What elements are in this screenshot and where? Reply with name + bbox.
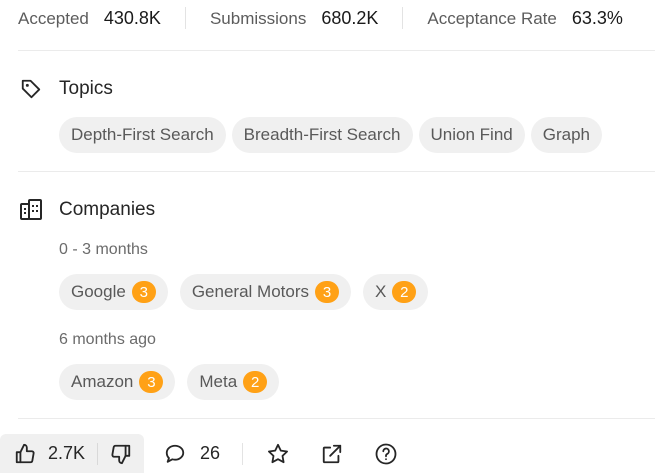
section-divider [18, 50, 655, 51]
company-count-badge: 3 [131, 281, 156, 303]
stat-label: Acceptance Rate [427, 8, 557, 28]
comment-icon [162, 441, 188, 467]
companies-title: Companies [59, 199, 156, 220]
company-period-label: 6 months ago [59, 331, 156, 348]
action-separator [242, 442, 244, 465]
company-name: X [375, 282, 387, 301]
topic-tag[interactable]: Graph [530, 117, 602, 153]
stat-separator [402, 7, 404, 29]
company-period-label: 0 - 3 months [59, 241, 148, 258]
problem-info-panel: Accepted 430.8K Submissions 680.2K Accep… [0, 0, 655, 473]
dislike-button[interactable] [108, 441, 134, 467]
thumbs-down-icon [108, 441, 134, 467]
topic-tag[interactable]: Union Find [418, 117, 525, 153]
comments-button[interactable]: 26 [162, 441, 220, 467]
company-tag[interactable]: General Motors 3 [179, 274, 351, 310]
section-divider [18, 418, 655, 419]
tag-icon [18, 76, 44, 102]
companies-header[interactable]: Companies [18, 197, 155, 223]
stat-label: Submissions [209, 8, 307, 28]
company-name: General Motors [191, 282, 309, 301]
topics-title: Topics [59, 78, 113, 99]
thumbs-up-icon [12, 441, 38, 467]
stat-acceptance-rate: Acceptance Rate 63.3% [427, 8, 623, 29]
section-divider [18, 171, 655, 172]
company-tag[interactable]: Meta 2 [187, 364, 280, 400]
company-name: Meta [199, 372, 238, 391]
stats-bar: Accepted 430.8K Submissions 680.2K Accep… [0, 0, 655, 36]
company-name: Google [71, 282, 126, 301]
building-icon [18, 197, 44, 223]
company-tags: Google 3 General Motors 3 X 2 [59, 274, 440, 310]
company-count-badge: 3 [315, 281, 339, 303]
stat-accepted: Accepted 430.8K [18, 8, 161, 29]
star-icon[interactable] [265, 441, 291, 467]
topics-header[interactable]: Topics [18, 76, 113, 102]
help-icon[interactable] [373, 441, 399, 467]
stat-value: 680.2K [321, 7, 379, 28]
stat-value: 430.8K [103, 7, 161, 28]
action-bar: 2.7K 26 [0, 434, 655, 473]
company-tag[interactable]: X 2 [363, 274, 429, 310]
stat-label: Accepted [18, 8, 89, 28]
topic-tags: Depth-First Search Breadth-First Search … [59, 117, 608, 153]
topic-tag[interactable]: Breadth-First Search [231, 117, 413, 153]
company-count-badge: 2 [243, 371, 268, 393]
external-link-icon[interactable] [319, 441, 345, 467]
company-count-badge: 3 [139, 371, 164, 393]
vote-separator [97, 442, 99, 465]
comment-count: 26 [200, 443, 221, 463]
like-button[interactable]: 2.7K [12, 441, 85, 467]
topic-tag[interactable]: Depth-First Search [59, 117, 226, 153]
company-count-badge: 2 [392, 281, 417, 303]
company-tag[interactable]: Amazon 3 [59, 364, 176, 400]
vote-group: 2.7K [0, 434, 145, 473]
company-name: Amazon [71, 372, 134, 391]
stat-value: 63.3% [571, 7, 623, 28]
company-tag[interactable]: Google 3 [59, 274, 168, 310]
like-count: 2.7K [48, 443, 86, 463]
company-tags: Amazon 3 Meta 2 [59, 364, 291, 400]
stat-separator [184, 7, 186, 29]
stat-submissions: Submissions 680.2K [210, 8, 378, 29]
